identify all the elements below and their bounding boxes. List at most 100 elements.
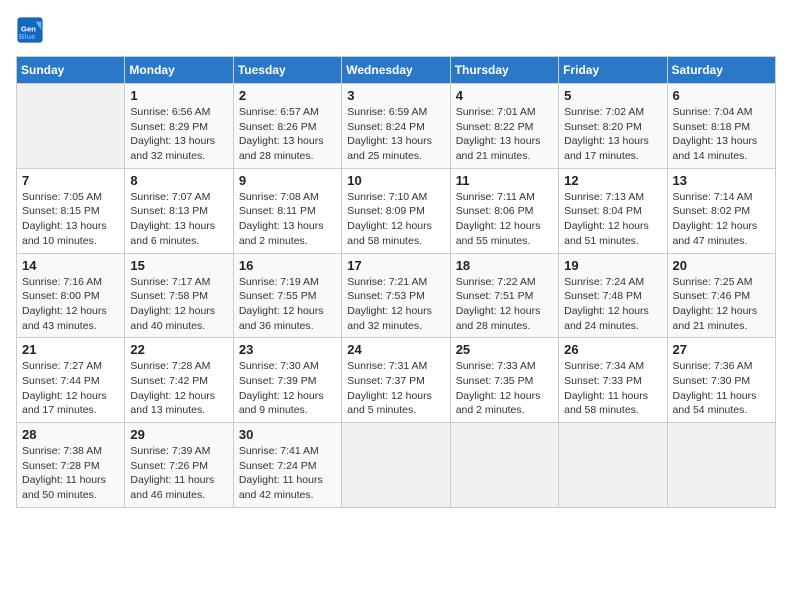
column-header-thursday: Thursday <box>450 57 558 84</box>
calendar-cell: 20 Sunrise: 7:25 AM Sunset: 7:46 PM Dayli… <box>667 253 775 338</box>
calendar-table: SundayMondayTuesdayWednesdayThursdayFrid… <box>16 56 776 508</box>
calendar-cell: 22 Sunrise: 7:28 AM Sunset: 7:42 PM Dayli… <box>125 338 233 423</box>
day-info: Sunrise: 7:07 AM Sunset: 8:13 PM Dayligh… <box>130 190 227 249</box>
day-info: Sunrise: 7:34 AM Sunset: 7:33 PM Dayligh… <box>564 359 661 418</box>
day-info: Sunrise: 7:24 AM Sunset: 7:48 PM Dayligh… <box>564 275 661 334</box>
calendar-cell: 2Sunrise: 6:57 AM Sunset: 8:26 PM Daylig… <box>233 84 341 169</box>
column-header-monday: Monday <box>125 57 233 84</box>
calendar-cell: 18 Sunrise: 7:22 AM Sunset: 7:51 PM Dayli… <box>450 253 558 338</box>
calendar-cell: 28 Sunrise: 7:38 AM Sunset: 7:28 PM Dayli… <box>17 423 125 508</box>
day-info: Sunrise: 7:31 AM Sunset: 7:37 PM Dayligh… <box>347 359 444 418</box>
day-number: 7 <box>22 173 119 188</box>
day-number: 20 <box>673 258 770 273</box>
day-info: Sunrise: 7:13 AM Sunset: 8:04 PM Dayligh… <box>564 190 661 249</box>
day-number: 15 <box>130 258 227 273</box>
column-header-wednesday: Wednesday <box>342 57 450 84</box>
svg-text:Blue: Blue <box>19 32 36 41</box>
calendar-cell: 12 Sunrise: 7:13 AM Sunset: 8:04 PM Dayli… <box>559 168 667 253</box>
day-info: Sunrise: 7:14 AM Sunset: 8:02 PM Dayligh… <box>673 190 770 249</box>
day-number: 24 <box>347 342 444 357</box>
day-number: 16 <box>239 258 336 273</box>
day-number: 1 <box>130 88 227 103</box>
day-info: Sunrise: 7:28 AM Sunset: 7:42 PM Dayligh… <box>130 359 227 418</box>
day-info: Sunrise: 7:25 AM Sunset: 7:46 PM Dayligh… <box>673 275 770 334</box>
day-number: 2 <box>239 88 336 103</box>
calendar-cell: 10 Sunrise: 7:10 AM Sunset: 8:09 PM Dayli… <box>342 168 450 253</box>
calendar-week-row: 28 Sunrise: 7:38 AM Sunset: 7:28 PM Dayli… <box>17 423 776 508</box>
calendar-cell: 11 Sunrise: 7:11 AM Sunset: 8:06 PM Dayli… <box>450 168 558 253</box>
day-info: Sunrise: 7:01 AM Sunset: 8:22 PM Dayligh… <box>456 105 553 164</box>
day-info: Sunrise: 7:05 AM Sunset: 8:15 PM Dayligh… <box>22 190 119 249</box>
calendar-cell: 9 Sunrise: 7:08 AM Sunset: 8:11 PM Daylig… <box>233 168 341 253</box>
day-info: Sunrise: 7:22 AM Sunset: 7:51 PM Dayligh… <box>456 275 553 334</box>
day-info: Sunrise: 7:04 AM Sunset: 8:18 PM Dayligh… <box>673 105 770 164</box>
day-number: 30 <box>239 427 336 442</box>
day-info: Sunrise: 7:27 AM Sunset: 7:44 PM Dayligh… <box>22 359 119 418</box>
calendar-cell <box>17 84 125 169</box>
day-number: 4 <box>456 88 553 103</box>
day-number: 23 <box>239 342 336 357</box>
day-number: 27 <box>673 342 770 357</box>
column-header-saturday: Saturday <box>667 57 775 84</box>
column-header-sunday: Sunday <box>17 57 125 84</box>
column-header-friday: Friday <box>559 57 667 84</box>
calendar-cell: 25 Sunrise: 7:33 AM Sunset: 7:35 PM Dayli… <box>450 338 558 423</box>
day-info: Sunrise: 7:33 AM Sunset: 7:35 PM Dayligh… <box>456 359 553 418</box>
day-number: 19 <box>564 258 661 273</box>
day-number: 8 <box>130 173 227 188</box>
day-info: Sunrise: 7:02 AM Sunset: 8:20 PM Dayligh… <box>564 105 661 164</box>
calendar-cell: 24 Sunrise: 7:31 AM Sunset: 7:37 PM Dayli… <box>342 338 450 423</box>
calendar-cell: 30Sunrise: 7:41 AM Sunset: 7:24 PM Dayli… <box>233 423 341 508</box>
calendar-cell <box>342 423 450 508</box>
calendar-cell: 13Sunrise: 7:14 AM Sunset: 8:02 PM Dayli… <box>667 168 775 253</box>
day-info: Sunrise: 7:19 AM Sunset: 7:55 PM Dayligh… <box>239 275 336 334</box>
calendar-cell: 26Sunrise: 7:34 AM Sunset: 7:33 PM Dayli… <box>559 338 667 423</box>
calendar-header-row: SundayMondayTuesdayWednesdayThursdayFrid… <box>17 57 776 84</box>
calendar-cell: 1Sunrise: 6:56 AM Sunset: 8:29 PM Daylig… <box>125 84 233 169</box>
day-info: Sunrise: 7:38 AM Sunset: 7:28 PM Dayligh… <box>22 444 119 503</box>
day-number: 12 <box>564 173 661 188</box>
column-header-tuesday: Tuesday <box>233 57 341 84</box>
day-number: 5 <box>564 88 661 103</box>
calendar-cell: 3 Sunrise: 6:59 AM Sunset: 8:24 PM Daylig… <box>342 84 450 169</box>
calendar-cell: 29 Sunrise: 7:39 AM Sunset: 7:26 PM Dayli… <box>125 423 233 508</box>
day-number: 17 <box>347 258 444 273</box>
day-number: 21 <box>22 342 119 357</box>
calendar-cell <box>450 423 558 508</box>
day-number: 6 <box>673 88 770 103</box>
day-info: Sunrise: 7:30 AM Sunset: 7:39 PM Dayligh… <box>239 359 336 418</box>
day-number: 18 <box>456 258 553 273</box>
day-info: Sunrise: 7:08 AM Sunset: 8:11 PM Dayligh… <box>239 190 336 249</box>
day-number: 22 <box>130 342 227 357</box>
calendar-cell: 6 Sunrise: 7:04 AM Sunset: 8:18 PM Daylig… <box>667 84 775 169</box>
logo: Gen Blue <box>16 16 48 44</box>
day-info: Sunrise: 7:11 AM Sunset: 8:06 PM Dayligh… <box>456 190 553 249</box>
day-number: 25 <box>456 342 553 357</box>
calendar-week-row: 14 Sunrise: 7:16 AM Sunset: 8:00 PM Dayli… <box>17 253 776 338</box>
logo-icon: Gen Blue <box>16 16 44 44</box>
day-info: Sunrise: 7:10 AM Sunset: 8:09 PM Dayligh… <box>347 190 444 249</box>
day-info: Sunrise: 7:16 AM Sunset: 8:00 PM Dayligh… <box>22 275 119 334</box>
day-info: Sunrise: 6:59 AM Sunset: 8:24 PM Dayligh… <box>347 105 444 164</box>
day-number: 10 <box>347 173 444 188</box>
calendar-cell: 16 Sunrise: 7:19 AM Sunset: 7:55 PM Dayli… <box>233 253 341 338</box>
calendar-week-row: 21 Sunrise: 7:27 AM Sunset: 7:44 PM Dayli… <box>17 338 776 423</box>
day-number: 14 <box>22 258 119 273</box>
calendar-cell: 5 Sunrise: 7:02 AM Sunset: 8:20 PM Daylig… <box>559 84 667 169</box>
calendar-cell: 23 Sunrise: 7:30 AM Sunset: 7:39 PM Dayli… <box>233 338 341 423</box>
calendar-cell: 21 Sunrise: 7:27 AM Sunset: 7:44 PM Dayli… <box>17 338 125 423</box>
calendar-week-row: 7 Sunrise: 7:05 AM Sunset: 8:15 PM Daylig… <box>17 168 776 253</box>
calendar-cell <box>559 423 667 508</box>
day-info: Sunrise: 7:39 AM Sunset: 7:26 PM Dayligh… <box>130 444 227 503</box>
day-number: 9 <box>239 173 336 188</box>
day-number: 3 <box>347 88 444 103</box>
day-number: 28 <box>22 427 119 442</box>
calendar-cell: 17 Sunrise: 7:21 AM Sunset: 7:53 PM Dayli… <box>342 253 450 338</box>
calendar-cell: 14 Sunrise: 7:16 AM Sunset: 8:00 PM Dayli… <box>17 253 125 338</box>
calendar-cell <box>667 423 775 508</box>
calendar-week-row: 1Sunrise: 6:56 AM Sunset: 8:29 PM Daylig… <box>17 84 776 169</box>
day-info: Sunrise: 7:21 AM Sunset: 7:53 PM Dayligh… <box>347 275 444 334</box>
day-number: 11 <box>456 173 553 188</box>
page-header: Gen Blue <box>16 16 776 44</box>
day-number: 29 <box>130 427 227 442</box>
